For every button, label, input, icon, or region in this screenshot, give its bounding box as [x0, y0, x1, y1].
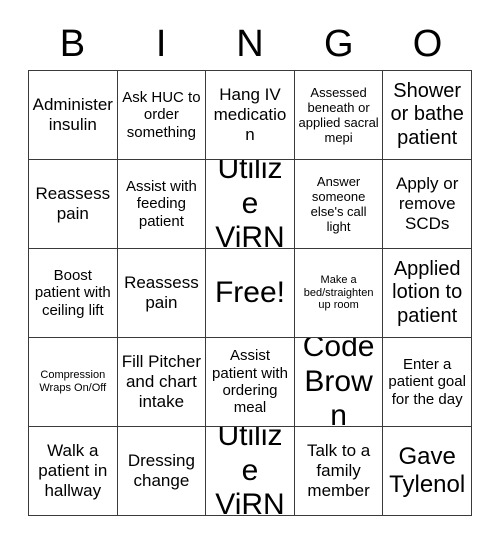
bingo-cell[interactable]: Code Brown — [294, 338, 384, 427]
bingo-cell[interactable]: Utilize ViRN — [206, 160, 295, 249]
bingo-cell-label: Utilize ViRN — [215, 427, 285, 516]
bingo-card: B I N G O Administer insulin Ask HUC to order… — [0, 0, 500, 544]
bingo-cell[interactable]: Shower or bathe patient — [383, 71, 472, 160]
bingo-cell-label: Assist patient with ordering meal — [212, 347, 288, 417]
bingo-cell[interactable]: Make a bed/straighten up room — [294, 249, 384, 338]
bingo-cell[interactable]: Apply or remove SCDs — [383, 160, 472, 249]
bingo-cell[interactable]: Assist patient with ordering meal — [206, 338, 295, 427]
bingo-cell[interactable]: Talk to a family member — [294, 427, 384, 516]
bingo-cell-label: Reassess pain — [124, 273, 199, 312]
bingo-cell[interactable]: Walk a patient in hallway — [29, 427, 118, 516]
bingo-cell-label: Assessed beneath or applied sacral mepi — [298, 84, 379, 146]
bingo-cell-label: Free! — [214, 275, 285, 309]
bingo-free-space[interactable]: Free! — [206, 249, 295, 338]
bingo-cell[interactable]: Enter a patient goal for the day — [383, 338, 472, 427]
bingo-cell[interactable]: Dressing change — [117, 427, 207, 516]
bingo-header: BINGO — [28, 18, 472, 70]
bingo-cell-label: Assist with feeding patient — [125, 177, 197, 230]
bingo-cell-label: Apply or remove SCDs — [396, 174, 459, 233]
bingo-cell-label: Walk a patient in hallway — [38, 441, 108, 500]
bingo-header-letter: B — [59, 23, 86, 65]
bingo-cell[interactable]: Assessed beneath or applied sacral mepi — [294, 71, 384, 160]
bingo-cell-label: Enter a patient goal for the day — [388, 355, 466, 408]
bingo-cell-label: Boost patient with ceiling lift — [34, 266, 111, 319]
bingo-cell-label: Ask HUC to order something — [122, 88, 201, 141]
bingo-cell-label: Compression Wraps On/Off — [39, 369, 107, 394]
bingo-cell[interactable]: Administer insulin — [29, 71, 118, 160]
bingo-cell[interactable]: Answer someone else's call light — [294, 160, 384, 249]
bingo-header-letter: G — [324, 23, 354, 65]
bingo-cell[interactable]: Hang IV medication — [206, 71, 295, 160]
bingo-grid: Administer insulin Ask HUC to order somet… — [28, 70, 472, 516]
bingo-cell[interactable]: Gave Tylenol — [383, 427, 472, 516]
bingo-header-letter: I — [155, 23, 167, 65]
bingo-cell[interactable]: Assist with feeding patient — [117, 160, 207, 249]
bingo-cell-label: Shower or bathe patient — [390, 80, 464, 149]
bingo-cell-label: Reassess pain — [35, 184, 111, 223]
bingo-cell[interactable]: Compression Wraps On/Off — [29, 338, 118, 427]
bingo-cell-label: Code Brown — [302, 338, 375, 427]
bingo-cell-label: Talk to a family member — [306, 441, 371, 500]
bingo-cell[interactable]: Reassess pain — [29, 160, 118, 249]
bingo-header-letter: N — [236, 23, 264, 65]
bingo-cell-label: Make a bed/straighten up room — [303, 273, 374, 312]
bingo-cell[interactable]: Boost patient with ceiling lift — [29, 249, 118, 338]
bingo-cell[interactable]: Reassess pain — [117, 249, 207, 338]
bingo-cell-label: Applied lotion to patient — [392, 258, 463, 327]
bingo-cell-label: Fill Pitcher and chart intake — [121, 352, 202, 411]
bingo-cell-label: Utilize ViRN — [215, 160, 285, 249]
bingo-cell-label: Administer insulin — [32, 95, 113, 134]
bingo-cell[interactable]: Ask HUC to order something — [117, 71, 207, 160]
bingo-cell[interactable]: Applied lotion to patient — [383, 249, 472, 338]
bingo-cell-label: Answer someone else's call light — [310, 173, 367, 235]
bingo-cell-label: Gave Tylenol — [389, 443, 466, 498]
bingo-cell[interactable]: Fill Pitcher and chart intake — [117, 338, 207, 427]
bingo-header-letter: O — [412, 23, 443, 65]
bingo-cell-label: Dressing change — [127, 451, 195, 490]
bingo-cell-label: Hang IV medication — [213, 85, 287, 144]
bingo-cell[interactable]: Utilize ViRN — [206, 427, 295, 516]
